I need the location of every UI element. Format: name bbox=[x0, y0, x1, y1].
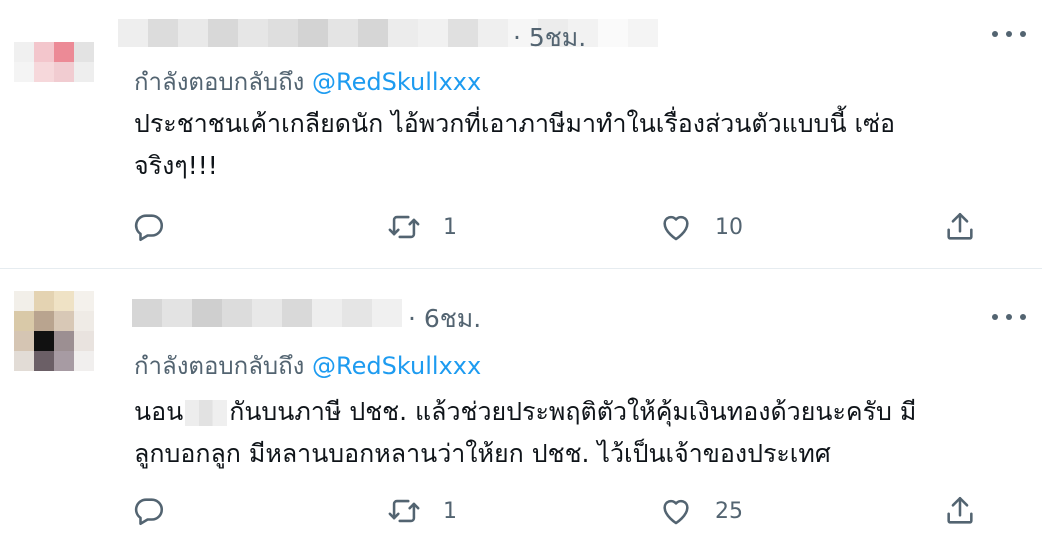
replying-to: กำลังตอบกลับถึง @RedSkullxxx bbox=[134, 346, 481, 385]
replying-handle-link[interactable]: @RedSkullxxx bbox=[312, 352, 481, 380]
retweet-button[interactable]: 1 bbox=[387, 207, 457, 247]
retweet-button[interactable]: 1 bbox=[387, 491, 457, 531]
reply-button[interactable] bbox=[132, 207, 166, 247]
tweet-text-line: จริงๆ!!! bbox=[134, 151, 218, 180]
like-button[interactable]: 25 bbox=[659, 491, 743, 531]
share-icon bbox=[947, 212, 973, 240]
censored-word bbox=[185, 400, 228, 426]
author-name-redacted[interactable] bbox=[132, 299, 402, 327]
tweet-text-line: ประชาชนเค้าเกลียดนัก ไอ้พวกที่เอาภาษีมาท… bbox=[134, 109, 896, 138]
reply-button[interactable] bbox=[132, 491, 166, 531]
like-icon bbox=[663, 215, 689, 241]
retweet-icon bbox=[388, 499, 420, 523]
tweet-timestamp[interactable]: · 6ชม. bbox=[408, 299, 481, 339]
retweet-count: 1 bbox=[443, 498, 457, 524]
more-icon[interactable] bbox=[992, 27, 1026, 41]
tweet[interactable]: · 6ชม. กำลังตอบกลับถึง @RedSkullxxx นอน ก… bbox=[0, 269, 1042, 552]
tweet-text-segment: นอน bbox=[134, 397, 184, 426]
tweet-actions: 1 25 bbox=[0, 491, 1042, 531]
tweet-text: นอน กันบนภาษี ปชช. แล้วช่วยประพฤติตัวให้ค… bbox=[134, 391, 1014, 475]
tweet[interactable]: · 5ชม. กำลังตอบกลับถึง @RedSkullxxx ประช… bbox=[0, 0, 1042, 268]
like-button[interactable]: 10 bbox=[659, 207, 743, 247]
replying-prefix: กำลังตอบกลับถึง bbox=[134, 68, 305, 96]
share-button[interactable] bbox=[943, 207, 977, 247]
more-icon[interactable] bbox=[992, 310, 1026, 324]
like-count: 25 bbox=[715, 498, 743, 524]
tweet-actions: 1 10 bbox=[0, 207, 1042, 247]
replying-handle-link[interactable]: @RedSkullxxx bbox=[312, 68, 481, 96]
share-icon bbox=[947, 496, 973, 524]
retweet-icon bbox=[388, 215, 420, 239]
tweet-text-segment: กันบนภาษี ปชช. แล้วช่วยประพฤติตัวให้คุ้ม… bbox=[229, 397, 917, 426]
tweet-text-line: นอน กันบนภาษี ปชช. แล้วช่วยประพฤติตัวให้ค… bbox=[134, 391, 1014, 433]
replying-prefix: กำลังตอบกลับถึง bbox=[134, 352, 305, 380]
reply-icon bbox=[134, 214, 164, 242]
tweet-text: ประชาชนเค้าเกลียดนัก ไอ้พวกที่เอาภาษีมาท… bbox=[134, 103, 1014, 187]
share-button[interactable] bbox=[943, 491, 977, 531]
replying-to: กำลังตอบกลับถึง @RedSkullxxx bbox=[134, 62, 481, 101]
like-count: 10 bbox=[715, 214, 743, 240]
reply-icon bbox=[134, 498, 164, 526]
avatar[interactable] bbox=[14, 291, 94, 371]
tweet-text-line: ลูกบอกลูก มีหลานบอกหลานว่าให้ยก ปชช. ไว้… bbox=[134, 439, 831, 468]
tweet-timestamp[interactable]: · 5ชม. bbox=[513, 18, 586, 58]
avatar[interactable] bbox=[14, 22, 94, 102]
like-icon bbox=[663, 499, 689, 525]
retweet-count: 1 bbox=[443, 214, 457, 240]
